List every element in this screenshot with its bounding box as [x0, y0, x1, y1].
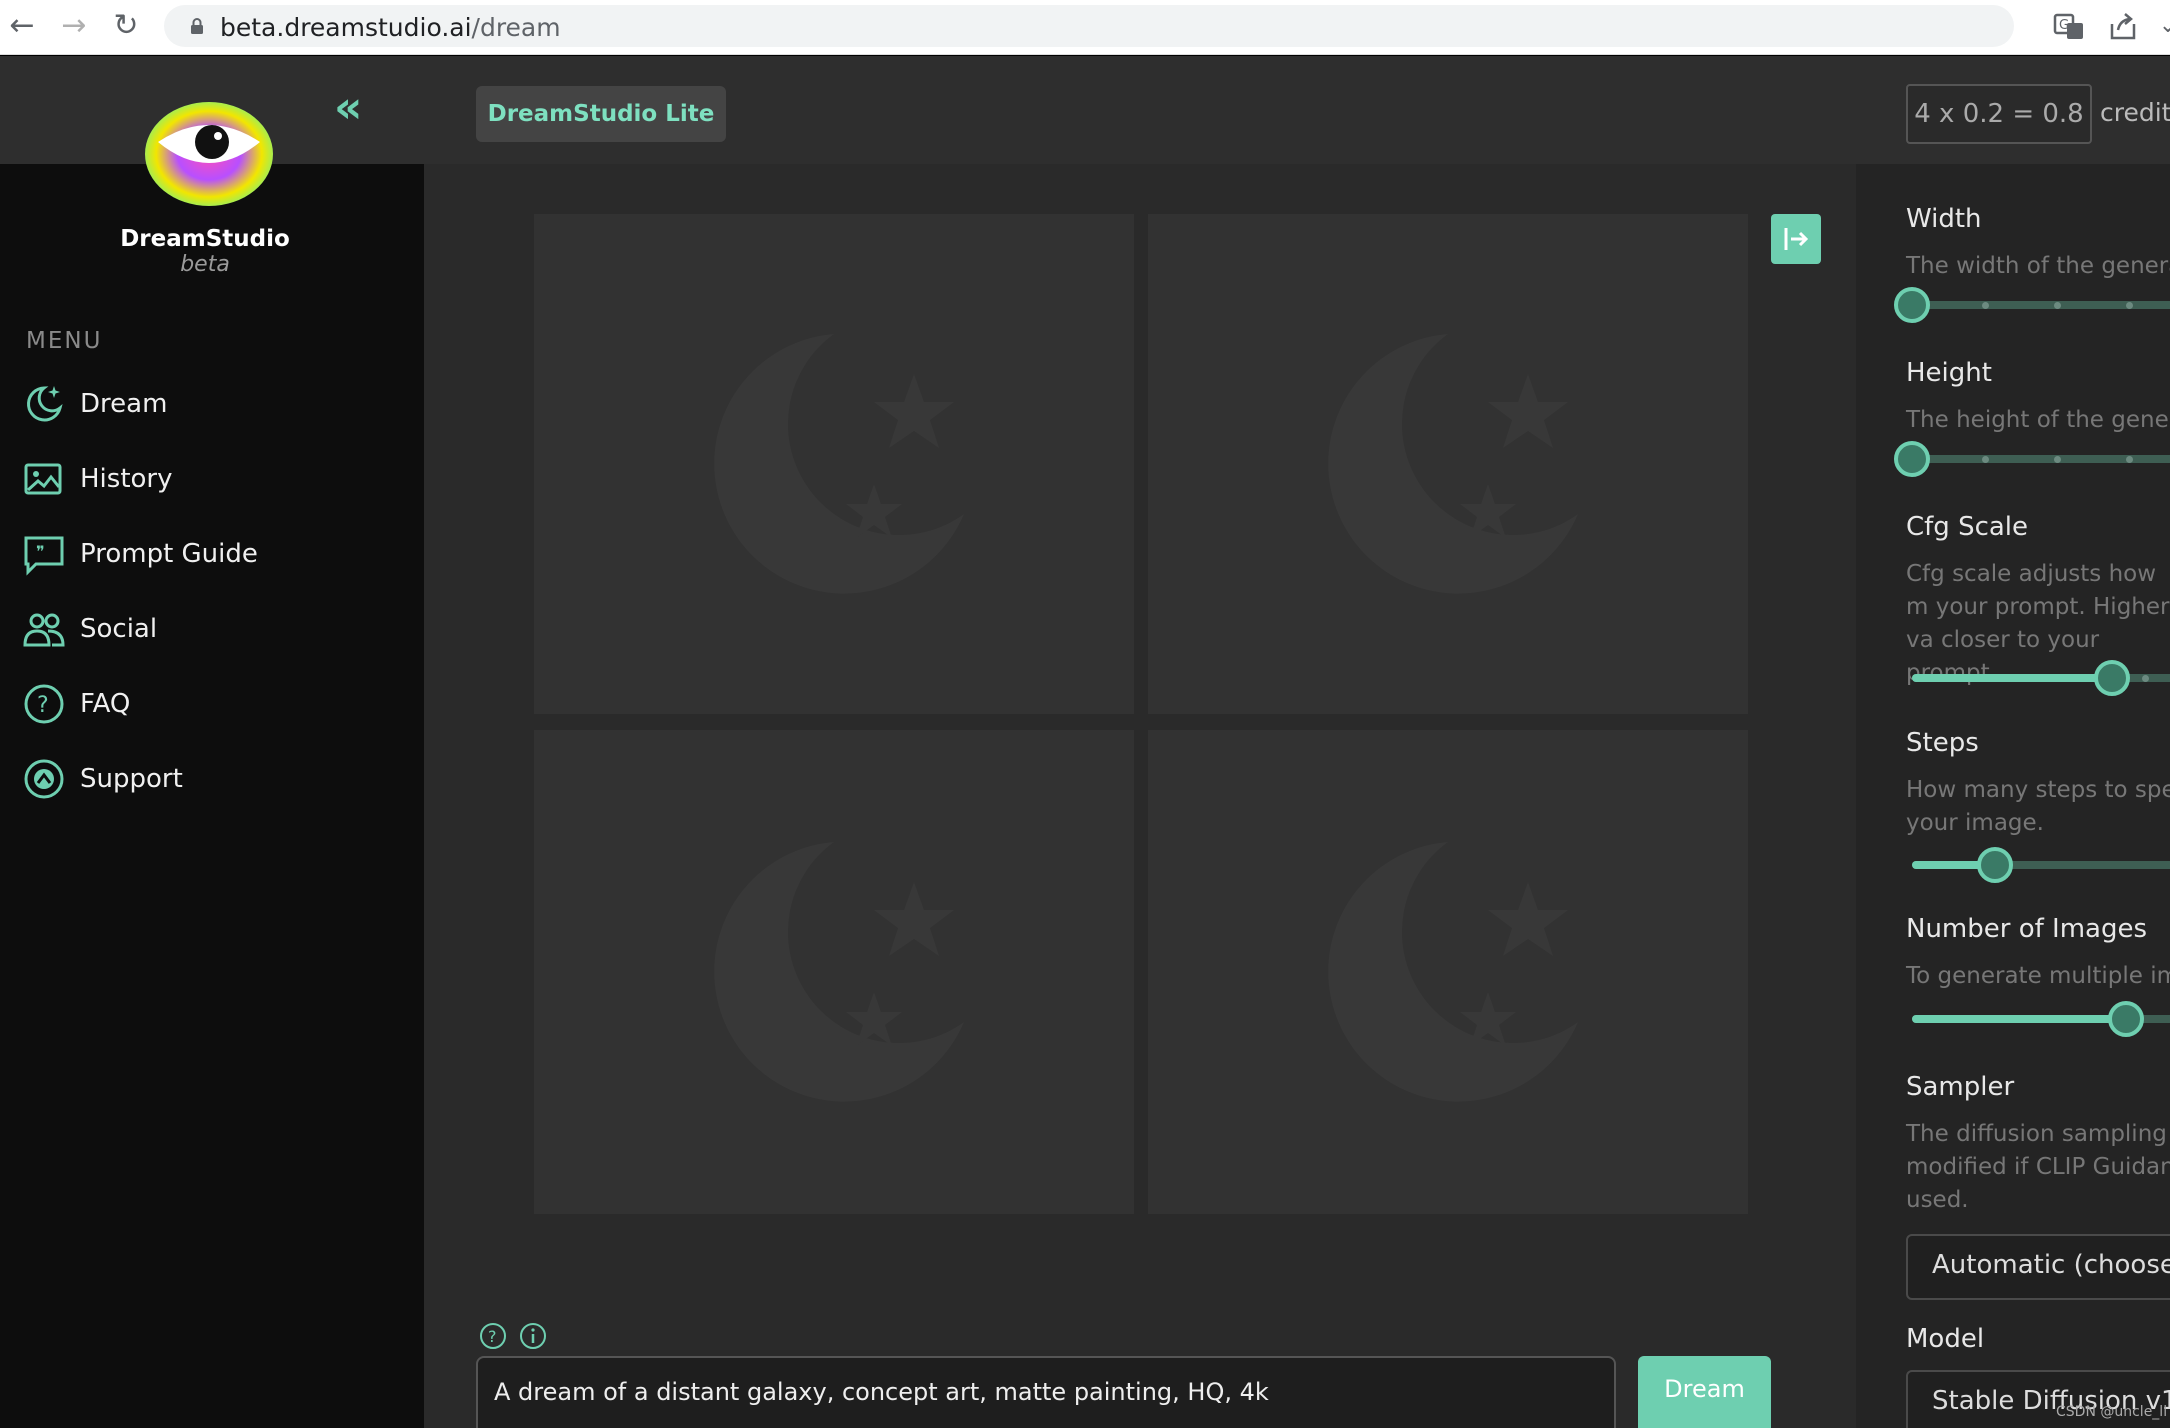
watermark: CSDN @uncle_ll	[2056, 1404, 2168, 1420]
dream-button[interactable]: Dream	[1638, 1356, 1771, 1428]
slider-knob[interactable]	[2094, 660, 2130, 696]
dreamstudio-lite-badge[interactable]: DreamStudio Lite	[476, 86, 726, 142]
quote-bubble-icon: ❞	[24, 536, 64, 576]
slider-fill	[1912, 674, 2112, 682]
credits-label: credits	[2100, 98, 2170, 127]
cfg-scale-title: Cfg Scale	[1906, 512, 2029, 542]
slider-tick	[2054, 456, 2061, 463]
model-title: Model	[1906, 1324, 1985, 1354]
slider-tick	[2142, 675, 2149, 682]
slider-knob[interactable]	[1977, 847, 2013, 883]
sidebar-item-social[interactable]: Social	[22, 603, 402, 655]
info-circle-icon[interactable]	[518, 1321, 548, 1351]
image-gallery-icon	[24, 463, 62, 495]
sidebar-item-faq[interactable]: ? FAQ	[22, 678, 402, 730]
forward-arrow-icon[interactable]: →	[56, 8, 92, 44]
number-of-images-title: Number of Images	[1906, 914, 2148, 944]
image-placeholder-2	[1148, 214, 1748, 714]
dreamstudio-logo-icon	[145, 102, 273, 206]
back-arrow-icon[interactable]: ←	[4, 8, 40, 44]
settings-panel: Width The width of the genera Height The…	[1856, 164, 2170, 1428]
prompt-help-icons: ?	[478, 1321, 548, 1351]
people-icon	[23, 613, 65, 647]
height-title: Height	[1906, 358, 1992, 388]
sampler-select[interactable]: Automatic (choose t	[1906, 1234, 2170, 1300]
chevron-down-icon[interactable]: ⌄	[2150, 8, 2170, 44]
sampler-title: Sampler	[1906, 1072, 2015, 1102]
steps-description: How many steps to spe your image.	[1906, 777, 2170, 836]
main-canvas	[424, 164, 1856, 1428]
moon-star-placeholder-icon	[714, 842, 964, 1102]
moon-star-placeholder-icon	[1328, 842, 1578, 1102]
question-circle-icon[interactable]: ?	[478, 1321, 508, 1351]
moon-star-placeholder-icon	[1328, 334, 1578, 594]
collapse-sidebar-icon[interactable]: «	[334, 86, 378, 132]
moon-star-icon	[27, 386, 63, 422]
sampler-description: The diffusion sampling modified if CLIP …	[1906, 1121, 2170, 1213]
slider-tick	[1982, 302, 1989, 309]
credits-cost-field: 4 x 0.2 = 0.8	[1906, 84, 2092, 144]
sidebar-item-label: FAQ	[80, 689, 131, 719]
svg-text:?: ?	[488, 1327, 497, 1346]
lock-icon	[191, 18, 203, 34]
sidebar-item-label: Social	[80, 614, 158, 644]
image-placeholder-3	[534, 730, 1134, 1214]
question-circle-icon: ?	[24, 684, 64, 724]
sidebar-item-dream[interactable]: Dream	[22, 378, 402, 430]
svg-text:❞: ❞	[36, 542, 45, 561]
steps-title: Steps	[1906, 728, 1979, 758]
slider-knob[interactable]	[2108, 1001, 2144, 1037]
slider-fill	[1912, 1015, 2126, 1023]
sidebar-item-support[interactable]: Support	[22, 753, 402, 805]
width-description: The width of the genera	[1906, 253, 2170, 279]
sidebar-item-label: History	[80, 464, 173, 494]
slider-knob[interactable]	[1894, 287, 1930, 323]
cfg-scale-description: Cfg scale adjusts how m your prompt. Hig…	[1906, 561, 2170, 686]
url-path: /dream	[471, 13, 561, 42]
sidebar-item-label: Prompt Guide	[80, 539, 258, 569]
expand-panel-icon[interactable]	[1771, 214, 1821, 264]
browser-toolbar: ← → ↻ beta.dreamstudio.ai/dream G ⌄	[0, 0, 2170, 55]
sidebar-item-prompt-guide[interactable]: ❞ Prompt Guide	[22, 528, 402, 580]
slider-tick	[1982, 456, 1989, 463]
slider-tick	[2126, 456, 2133, 463]
address-bar[interactable]: beta.dreamstudio.ai/dream	[164, 5, 2014, 47]
url-host: beta.dreamstudio.ai	[220, 13, 472, 42]
svg-text:?: ?	[37, 693, 49, 718]
share-icon[interactable]	[2106, 10, 2140, 44]
cfg-scale-slider[interactable]	[1912, 660, 2170, 696]
image-placeholder-1	[534, 214, 1134, 714]
sidebar-item-history[interactable]: History	[22, 453, 402, 505]
url-text: beta.dreamstudio.ai/dream	[220, 13, 561, 42]
menu-title: MENU	[26, 328, 103, 354]
width-slider[interactable]	[1894, 287, 2170, 323]
sidebar-item-label: Support	[80, 764, 183, 794]
support-icon	[24, 759, 64, 799]
slider-tick	[2054, 302, 2061, 309]
brand-subtitle: beta	[180, 252, 230, 277]
height-slider[interactable]	[1894, 441, 2170, 477]
width-title: Width	[1906, 204, 1982, 234]
prompt-input[interactable]: A dream of a distant galaxy, concept art…	[476, 1356, 1616, 1428]
reload-icon[interactable]: ↻	[108, 8, 144, 44]
steps-slider[interactable]	[1912, 847, 2170, 883]
number-of-images-description: To generate multiple im	[1906, 963, 2170, 989]
brand-name: DreamStudio	[120, 226, 290, 252]
slider-knob[interactable]	[1894, 441, 1930, 477]
translate-icon[interactable]: G	[2052, 10, 2086, 44]
sidebar-item-label: Dream	[80, 389, 168, 419]
height-description: The height of the gener	[1906, 407, 2170, 433]
slider-tick	[2126, 302, 2133, 309]
image-placeholder-4	[1148, 730, 1748, 1214]
number-of-images-slider[interactable]	[1912, 1001, 2170, 1037]
moon-star-placeholder-icon	[714, 334, 964, 594]
